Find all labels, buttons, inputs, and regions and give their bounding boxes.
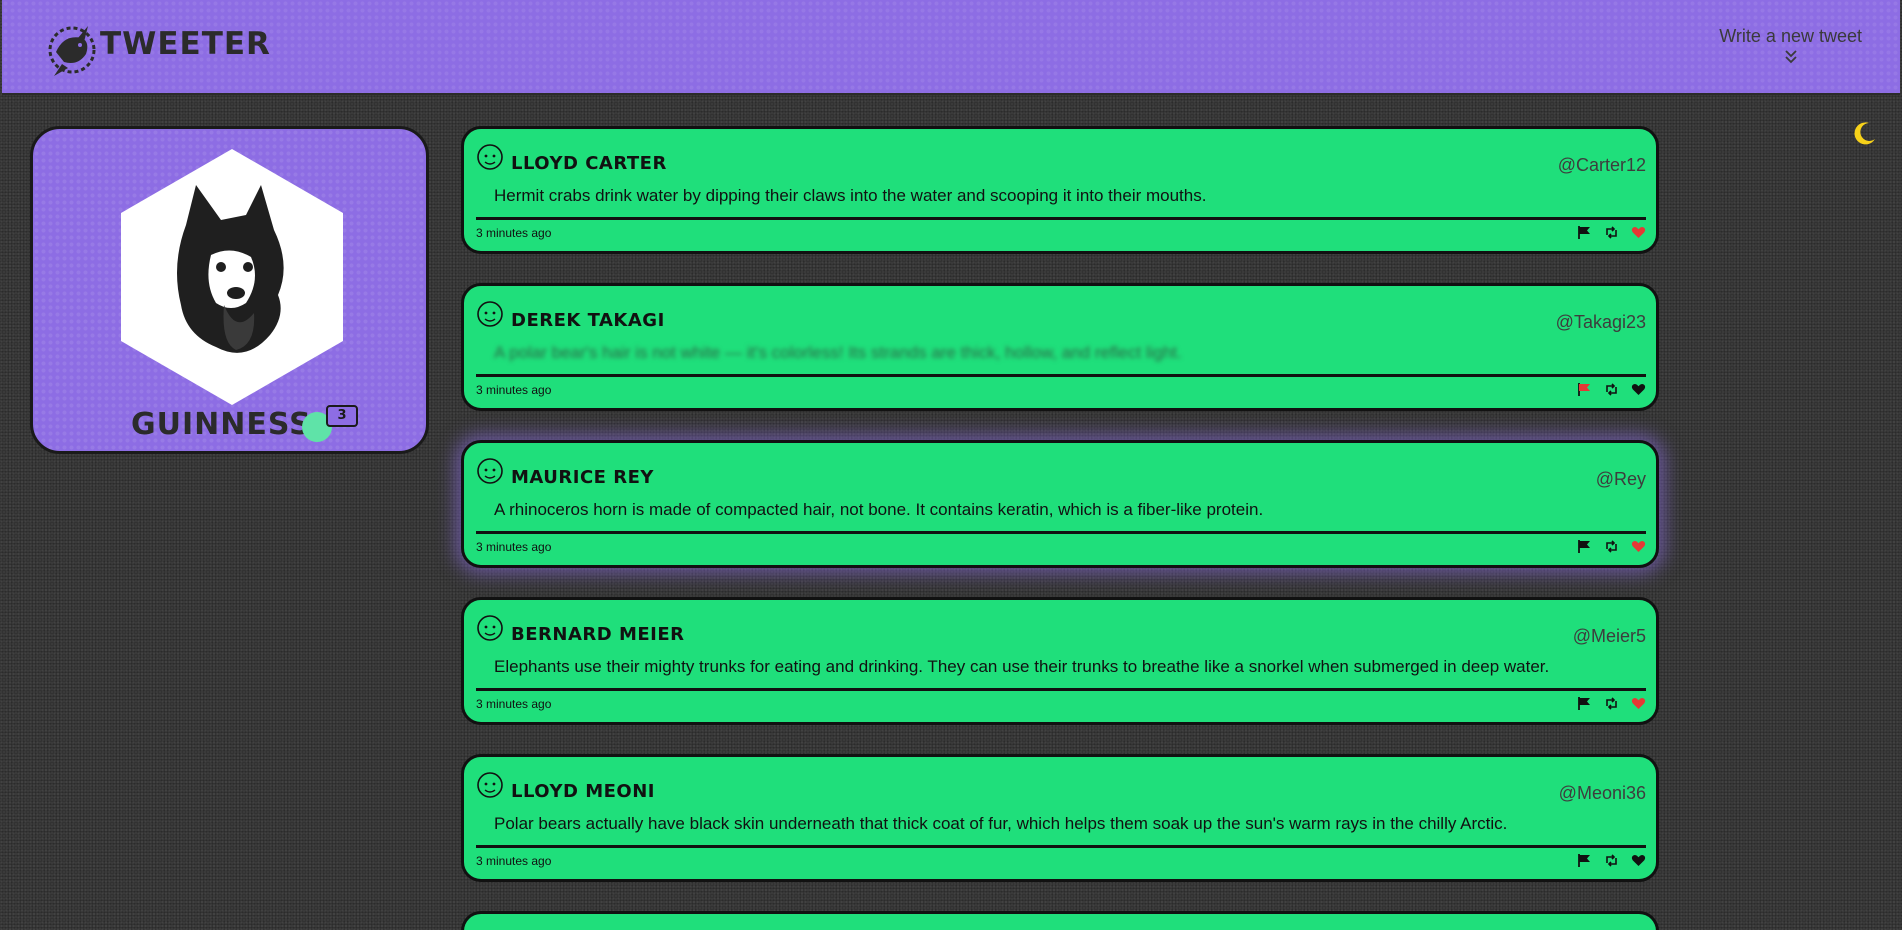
logo-bird-icon <box>48 26 96 76</box>
tweet-text: A rhinoceros horn is made of compacted h… <box>494 500 1264 519</box>
moon-icon[interactable] <box>1852 120 1878 146</box>
write-new-tweet-button[interactable]: Write a new tweet <box>1719 26 1862 65</box>
tweet-author-handle: @Rey <box>1595 469 1646 489</box>
flag-icon[interactable] <box>1577 225 1592 240</box>
retweet-icon[interactable] <box>1604 382 1619 397</box>
retweet-icon[interactable] <box>1604 539 1619 554</box>
tweet-timestamp: 3 minutes ago <box>476 854 552 868</box>
husky-avatar-icon <box>177 185 284 353</box>
tweet-card: BERNARD MEIER @Meier5 Elephants use their … <box>461 597 1659 725</box>
tweet-timestamp: 3 minutes ago <box>476 697 552 711</box>
tweet-divider <box>476 531 1646 534</box>
tweet-text: Elephants use their mighty trunks for ea… <box>494 657 1550 676</box>
user-avatar-icon <box>477 458 503 484</box>
tweet-card <box>461 911 1659 930</box>
tweet-feed: LLOYD CARTER @Carter12 Hermit crabs drink … <box>461 126 1659 930</box>
flag-icon[interactable] <box>1577 539 1592 554</box>
flag-icon[interactable] <box>1577 382 1592 397</box>
tweet-timestamp: 3 minutes ago <box>476 383 552 397</box>
tweet-author-handle: @Meoni36 <box>1558 783 1646 803</box>
heart-icon[interactable] <box>1631 225 1646 240</box>
tweet-card: DEREK TAKAGI @Takagi23 A polar bear's hair… <box>461 283 1659 411</box>
tweet-card: LLOYD CARTER @Carter12 Hermit crabs drink … <box>461 126 1659 254</box>
tweet-text: Hermit crabs drink water by dipping thei… <box>494 186 1207 205</box>
user-avatar-icon <box>477 772 503 798</box>
tweet-text: Polar bears actually have black skin und… <box>494 814 1508 833</box>
tweet-actions <box>1577 696 1646 711</box>
tweet-card: LLOYD MEONI @Meoni36 Polar bears actually … <box>461 754 1659 882</box>
tweet-timestamp: 3 minutes ago <box>476 226 552 240</box>
retweet-icon[interactable] <box>1604 696 1619 711</box>
tweet-divider <box>476 688 1646 691</box>
top-nav: TWEETER Write a new tweet <box>2 0 1900 95</box>
tweet-divider <box>476 374 1646 377</box>
tweet-author-name: MAURICE REY <box>511 467 654 488</box>
tweet-author-handle: @Meier5 <box>1572 626 1646 646</box>
tweet-card: MAURICE REY @Rey A rhinoceros horn is made… <box>461 440 1659 568</box>
tweet-timestamp: 3 minutes ago <box>476 540 552 554</box>
user-avatar-icon <box>477 144 503 170</box>
tweet-author-handle: @Carter12 <box>1557 155 1646 175</box>
tweet-author-name: LLOYD MEONI <box>511 781 655 802</box>
tweet-actions <box>1577 853 1646 868</box>
double-chevron-down-icon <box>1784 50 1797 64</box>
retweet-icon[interactable] <box>1604 225 1619 240</box>
tweet-author-name: BERNARD MEIER <box>511 624 685 645</box>
tweet-text: A polar bear's hair is not white — it's … <box>494 343 1182 362</box>
tweet-divider <box>476 217 1646 220</box>
tweet-author-name: LLOYD CARTER <box>511 153 667 174</box>
retweet-icon[interactable] <box>1604 853 1619 868</box>
logo[interactable]: TWEETER <box>42 12 271 82</box>
profile-name: GUINNESS <box>131 407 312 442</box>
profile-card: GUINNESS 3 <box>30 126 429 454</box>
tweet-author-handle: @Takagi23 <box>1555 312 1646 332</box>
tweet-actions <box>1577 539 1646 554</box>
user-avatar-icon <box>477 301 503 327</box>
flag-icon[interactable] <box>1577 696 1592 711</box>
tweet-actions <box>1577 225 1646 240</box>
write-new-tweet-label: Write a new tweet <box>1719 26 1862 46</box>
tweet-author-name: DEREK TAKAGI <box>511 310 665 331</box>
heart-icon[interactable] <box>1631 539 1646 554</box>
heart-icon[interactable] <box>1631 696 1646 711</box>
flag-icon[interactable] <box>1577 853 1592 868</box>
heart-icon[interactable] <box>1631 853 1646 868</box>
tweet-actions <box>1577 382 1646 397</box>
heart-icon[interactable] <box>1631 382 1646 397</box>
app-title: TWEETER <box>100 26 271 62</box>
user-avatar-icon <box>477 615 503 641</box>
like-count-badge: 3 <box>326 405 358 427</box>
tweet-divider <box>476 845 1646 848</box>
